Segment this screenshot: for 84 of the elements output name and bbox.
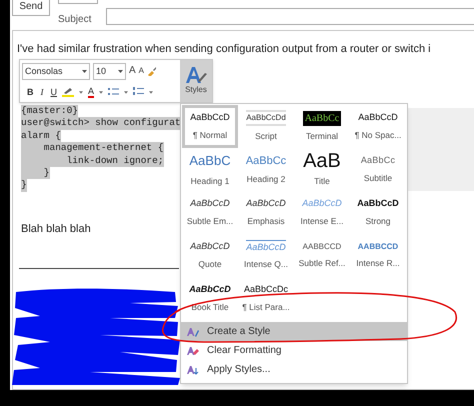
style-name: Strong bbox=[365, 214, 391, 228]
style-name: Heading 2 bbox=[246, 173, 286, 186]
shrink-font-button[interactable]: A bbox=[138, 67, 144, 76]
style-tile[interactable]: AaBbCc Terminal bbox=[294, 105, 350, 148]
italic-button[interactable]: I bbox=[38, 86, 46, 100]
style-sample: AaBbC bbox=[189, 152, 231, 170]
numbered-list-icon[interactable] bbox=[133, 87, 144, 98]
font-color-button[interactable]: A bbox=[88, 86, 94, 98]
caret-icon[interactable] bbox=[79, 90, 83, 94]
style-name: Terminal bbox=[306, 130, 338, 142]
style-tile[interactable]: AaBbCcDd Script bbox=[238, 105, 294, 148]
style-tile[interactable]: AaBbCcD Strong bbox=[350, 191, 406, 234]
style-sample: AaBbCcD bbox=[190, 111, 230, 124]
style-tile[interactable]: AaBbCcD Intense E... bbox=[294, 191, 350, 234]
bullet-list-icon[interactable] bbox=[108, 87, 120, 98]
style-tile[interactable]: AABBCCD Intense R... bbox=[350, 234, 406, 277]
caret-icon bbox=[118, 70, 123, 73]
menu-item[interactable]: Clear Formatting bbox=[181, 341, 407, 360]
style-name: Subtle Ref... bbox=[298, 257, 346, 270]
send-button[interactable]: Send bbox=[12, 0, 50, 16]
input-field[interactable] bbox=[58, 0, 98, 4]
style-name: ¶ List Para... bbox=[242, 300, 290, 314]
styles-button[interactable]: Styles bbox=[180, 60, 212, 102]
style-name: Emphasis bbox=[247, 214, 285, 228]
style-sample: AaBbCcD bbox=[189, 283, 231, 296]
caret-icon bbox=[82, 70, 87, 73]
style-sample: AaBbCcD bbox=[246, 240, 286, 254]
style-name: Quote bbox=[198, 258, 222, 271]
font-dropdown[interactable]: Consolas bbox=[22, 62, 90, 80]
style-name: Title bbox=[314, 175, 330, 188]
style-name: Intense Q... bbox=[244, 258, 288, 272]
style-sample: AaBbCcD bbox=[358, 111, 398, 124]
style-name: ¶ No Spac... bbox=[354, 128, 402, 142]
style-tile[interactable]: AaBbCcD Quote bbox=[182, 234, 238, 277]
style-tile[interactable]: AaBbCcD ¶ Normal bbox=[182, 105, 238, 148]
style-tile[interactable]: AaBbC Heading 1 bbox=[182, 148, 238, 191]
style-tile[interactable]: AaBbCcD Emphasis bbox=[238, 191, 294, 234]
style-sample: AaBbCcD bbox=[190, 240, 230, 254]
subject-label: Subject bbox=[58, 13, 92, 27]
bold-button[interactable]: B bbox=[27, 86, 34, 100]
underline-button[interactable]: U bbox=[50, 86, 57, 100]
styles-icon bbox=[187, 364, 199, 374]
style-sample: AaBbCcD bbox=[302, 197, 342, 210]
body-text: Blah blah blah bbox=[21, 222, 91, 237]
subject-field[interactable] bbox=[106, 8, 474, 25]
style-sample: AaB bbox=[303, 151, 341, 172]
highlighter-icon[interactable] bbox=[62, 87, 74, 98]
style-name: Heading 1 bbox=[190, 174, 230, 188]
style-tile[interactable]: AaBbCcD ¶ No Spac... bbox=[350, 105, 406, 148]
style-tile[interactable]: AaBbCcD Subtle Em... bbox=[182, 191, 238, 234]
style-name: Intense R... bbox=[356, 257, 400, 270]
size-dropdown[interactable]: 10 bbox=[93, 62, 126, 80]
style-name: Subtitle bbox=[364, 172, 392, 185]
style-tile[interactable]: AABBCCD Subtle Ref... bbox=[294, 234, 350, 277]
style-sample: AaBbCcD bbox=[357, 197, 399, 210]
menu-item[interactable]: Apply Styles... bbox=[181, 360, 407, 379]
style-tile[interactable]: AaBbCcD Intense Q... bbox=[238, 234, 294, 277]
style-name: Intense E... bbox=[300, 214, 344, 228]
style-name: Script bbox=[255, 130, 277, 143]
style-tile[interactable]: AaBbCc Heading 2 bbox=[238, 148, 294, 191]
paintbrush-icon[interactable] bbox=[147, 66, 158, 76]
style-sample: AABBCCD bbox=[302, 241, 342, 254]
menu-item[interactable]: Create a Style bbox=[181, 322, 407, 341]
style-sample: AABBCCD bbox=[358, 241, 398, 254]
style-sample: AaBbCcD bbox=[190, 197, 230, 210]
style-sample: AaBbCcDc bbox=[244, 283, 288, 296]
style-sample: AaBbCcDd bbox=[246, 110, 286, 126]
style-sample: AaBbCc bbox=[302, 110, 342, 126]
style-sample: AaBbCcD bbox=[246, 197, 286, 210]
caret-icon[interactable] bbox=[149, 90, 154, 94]
style-tile[interactable]: AaB Title bbox=[294, 148, 350, 191]
style-sample: AaBbCc bbox=[246, 154, 286, 169]
style-name: ¶ Normal bbox=[192, 128, 228, 142]
styles-icon bbox=[187, 326, 199, 336]
style-name: Subtle Em... bbox=[186, 214, 234, 228]
style-sample: AaBbCc bbox=[360, 154, 396, 168]
caret-icon[interactable] bbox=[124, 90, 128, 94]
grow-font-button[interactable]: A bbox=[129, 66, 136, 76]
eraser-icon bbox=[187, 346, 199, 356]
caret-icon[interactable] bbox=[99, 90, 104, 94]
style-tile[interactable]: AaBbCcDc ¶ List Para... bbox=[238, 277, 294, 320]
body-text: I've had similar frustration when sending configuration output from a router or switch i bbox=[17, 42, 431, 57]
style-tile[interactable]: AaBbCc Subtitle bbox=[350, 148, 406, 191]
styles-icon bbox=[184, 66, 208, 84]
